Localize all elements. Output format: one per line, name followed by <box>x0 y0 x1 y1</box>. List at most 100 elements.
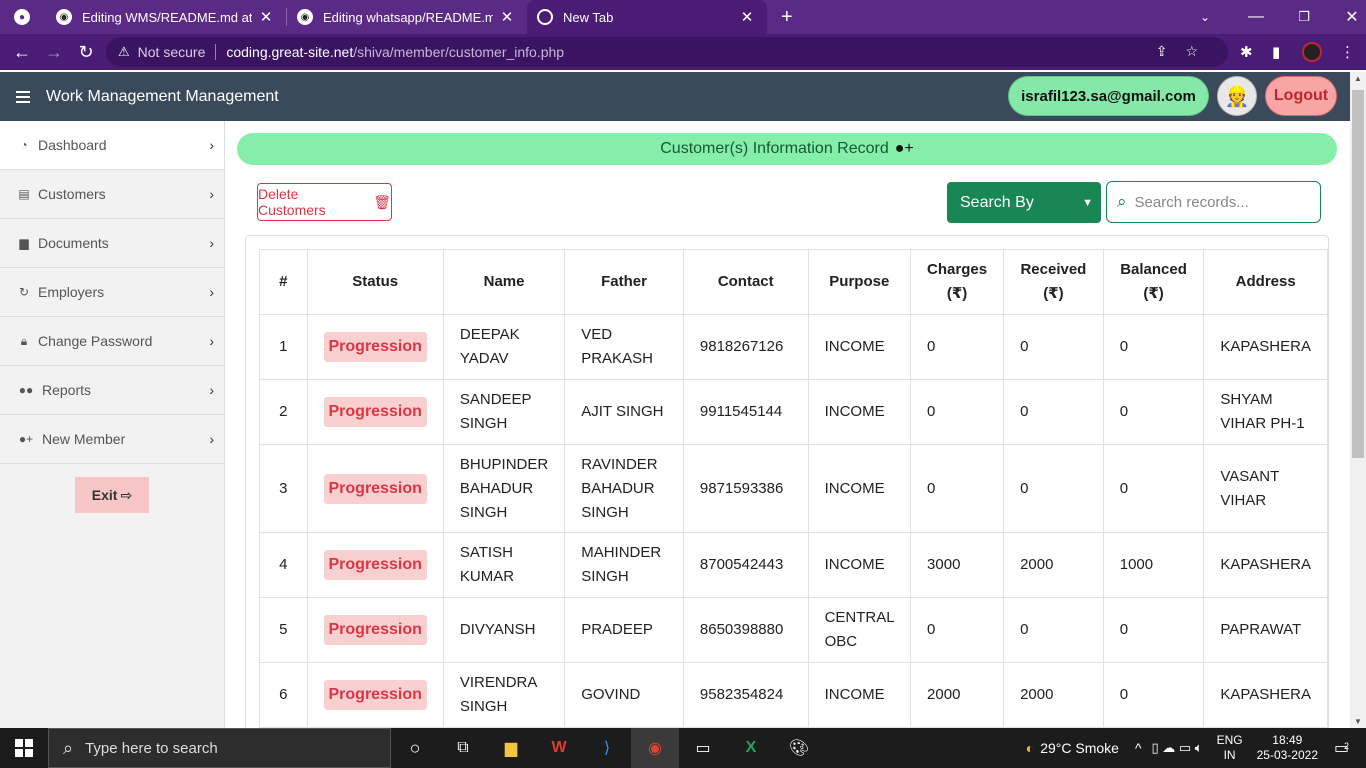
sidebar-item-change-password[interactable]: 🔒︎ Change Password › <box>0 317 224 366</box>
browser-tab-2[interactable]: ◉ Editing whatsapp/README.md at ✕ <box>287 0 527 34</box>
search-by-select[interactable]: Search By ▼ <box>947 182 1101 223</box>
menu-icon[interactable]: ⋮ <box>1340 34 1355 70</box>
chevron-right-icon: › <box>209 382 214 398</box>
scrollbar-thumb[interactable] <box>1352 90 1364 458</box>
table-cell: KAPASHERA <box>1203 662 1328 728</box>
taskbar: ⌕ Type here to search ○ ⧉ ▆ W ⟩ ◉ ▭ X 🎨︎… <box>0 728 1366 768</box>
table-row[interactable]: 6 Progression VIRENDRA SINGH GOVIND 95823548… <box>259 662 1328 728</box>
column-header: # <box>259 249 308 315</box>
sidebar-item-label: Employers <box>38 284 105 300</box>
weather-icon: ◐ <box>1025 740 1035 756</box>
table-cell: GOVIND <box>564 662 684 728</box>
tab-search-icon[interactable]: ⌄ <box>1190 10 1220 24</box>
sidebar-item-dashboard[interactable]: ◔ Dashboard › <box>0 121 224 170</box>
sidebar-item-employers[interactable]: ↻ Employers › <box>0 268 224 317</box>
table-cell: 8650398880 <box>682 597 809 663</box>
minimize-icon[interactable]: — <box>1232 8 1280 26</box>
sidebar-item-label: Dashboard <box>38 137 107 153</box>
sidebar-item-documents[interactable]: ▆ Documents › <box>0 219 224 268</box>
page-scrollbar[interactable]: ▲ ▼ <box>1350 72 1366 728</box>
reload-icon[interactable]: ↻ <box>70 42 102 63</box>
table-cell: Progression <box>306 597 444 663</box>
table-cell: BHUPINDER BAHADUR SINGH <box>442 444 566 533</box>
excel-icon[interactable]: X <box>727 728 775 768</box>
table-row[interactable]: 5 Progression DIVYANSH PRADEEP 8650398880 CEN… <box>259 597 1328 663</box>
sidebar-item-label: Customers <box>38 186 106 202</box>
bookmark-star-icon[interactable]: ☆ <box>1185 43 1216 59</box>
table-cell: 3000 <box>910 532 1005 598</box>
sidebar-item-new-member[interactable]: ●+ New Member › <box>0 415 224 464</box>
back-icon[interactable]: ← <box>6 42 38 63</box>
table-cell: Progression <box>306 314 444 380</box>
winrar-icon[interactable]: W <box>535 728 583 768</box>
hamburger-icon[interactable] <box>16 88 30 106</box>
dashboard-icon: ◔ <box>20 138 28 152</box>
cortana-icon[interactable]: ○ <box>391 728 439 768</box>
new-tab-button[interactable]: + <box>767 0 807 34</box>
language-indicator[interactable]: ENG IN <box>1217 733 1243 763</box>
status-badge: Progression <box>323 550 427 580</box>
restore-icon[interactable]: ❐ <box>1280 9 1328 25</box>
table-cell: Progression <box>306 379 444 445</box>
time: 18:49 <box>1272 733 1303 747</box>
extensions-icon[interactable]: ✱ <box>1240 34 1253 70</box>
notification-count: 2 <box>1344 741 1350 751</box>
user-email-badge[interactable]: israfil123.sa@gmail.com <box>1008 76 1209 116</box>
close-icon[interactable]: ✕ <box>739 8 755 26</box>
weather-text[interactable]: 29°C Smoke <box>1040 740 1119 756</box>
table-cell: 0 <box>910 444 1005 533</box>
avatar[interactable]: 👷 <box>1217 76 1257 116</box>
delete-customers-button[interactable]: Delete Customers 🗑︎ <box>257 183 392 221</box>
file-explorer-icon[interactable]: ▆ <box>487 728 535 768</box>
table-cell: 0 <box>1102 314 1205 380</box>
table-cell: Progression <box>306 532 444 598</box>
table-cell: 9911545144 <box>682 379 809 445</box>
table-cell: 0 <box>1102 662 1205 728</box>
forward-icon[interactable]: → <box>38 42 70 63</box>
warning-icon: ⚠ <box>118 44 130 59</box>
notifications-icon[interactable]: ▭ 2 <box>1334 738 1366 758</box>
tab-profile[interactable]: ● <box>0 0 46 34</box>
table-cell: 2 <box>259 379 308 445</box>
table-cell: 1 <box>259 314 308 380</box>
side-panel-icon[interactable]: ▮ <box>1272 34 1280 70</box>
windows-start-icon[interactable] <box>0 728 48 768</box>
network-icons[interactable]: ▯ ☁ ▭ 🔈︎ <box>1152 740 1203 756</box>
table-cell: Progression <box>306 662 444 728</box>
table-cell: 0 <box>910 379 1005 445</box>
task-view-icon[interactable]: ⧉ <box>439 728 487 768</box>
table-cell: CENTRAL OBC <box>807 597 912 663</box>
logout-button[interactable]: Logout <box>1265 76 1337 116</box>
sidebar-item-customers[interactable]: ▤ Customers › <box>0 170 224 219</box>
address-bar[interactable]: ⚠ Not secure coding.great-site.net /shiv… <box>106 37 1228 67</box>
browser-tab-1[interactable]: ◉ Editing WMS/README.md at ma ✕ <box>46 0 286 34</box>
browser-tab-3[interactable]: New Tab ✕ <box>527 0 767 34</box>
exit-button[interactable]: Exit ⇨ <box>75 477 149 513</box>
scroll-up-icon[interactable]: ▲ <box>1354 74 1362 83</box>
table-cell: 2000 <box>910 662 1005 728</box>
profile-avatar-icon[interactable] <box>1302 34 1322 70</box>
search-input[interactable]: ⌕ Search records... <box>1106 181 1321 223</box>
close-icon[interactable]: ✕ <box>258 8 274 26</box>
scroll-down-icon[interactable]: ▼ <box>1354 717 1362 726</box>
paint-icon[interactable]: 🎨︎ <box>775 728 823 768</box>
vscode-icon[interactable]: ⟩ <box>583 728 631 768</box>
sidebar-item-reports[interactable]: ●● Reports › <box>0 366 224 415</box>
table-cell: 3 <box>259 444 308 533</box>
table-cell: PAPRAWAT <box>1203 597 1328 663</box>
chrome-icon[interactable]: ◉ <box>631 728 679 768</box>
tray-chevron-icon[interactable]: ^ <box>1135 740 1142 756</box>
share-icon[interactable]: ⇪ <box>1156 43 1186 59</box>
taskbar-search-input[interactable]: ⌕ Type here to search <box>48 728 391 768</box>
close-window-icon[interactable]: ✕ <box>1328 7 1366 27</box>
table-row[interactable]: 4 Progression SATISH KUMAR MAHINDER SINGH 87… <box>259 532 1328 598</box>
table-row[interactable]: 1 Progression DEEPAK YADAV VED PRAKASH 98182… <box>259 314 1328 380</box>
terminal-icon[interactable]: ▭ <box>679 728 727 768</box>
clock[interactable]: 18:49 25-03-2022 <box>1257 733 1318 763</box>
table-row[interactable]: 2 Progression SANDEEP SINGH AJIT SINGH 99115… <box>259 379 1328 445</box>
close-icon[interactable]: ✕ <box>499 8 515 26</box>
date: 25-03-2022 <box>1256 748 1318 762</box>
chevron-right-icon: › <box>209 137 214 153</box>
status-badge: Progression <box>323 397 427 427</box>
table-row[interactable]: 3 Progression BHUPINDER BAHADUR SINGH RAVIN… <box>259 444 1328 533</box>
